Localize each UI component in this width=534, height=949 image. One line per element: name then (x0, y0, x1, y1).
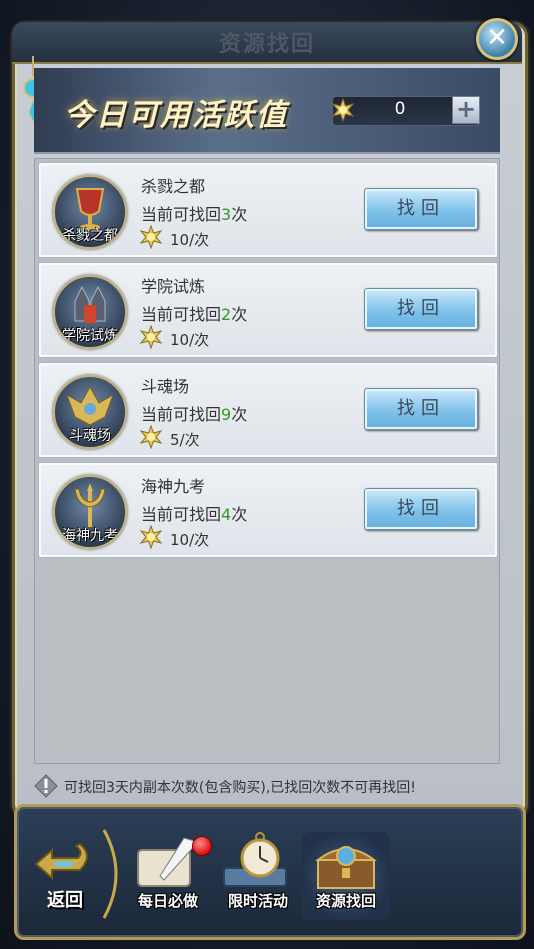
recover-count-value: 9 (221, 405, 232, 424)
recover-button[interactable]: 找回 (364, 488, 478, 530)
note-text: 可找回3天内副本次数(包含购买),已找回次数不可再找回! (64, 780, 416, 796)
list-item: 斗魂场 斗魂场 当前可找回9次 5/次 找回 (38, 362, 498, 458)
tab-limited-events[interactable]: 限时活动 (214, 832, 302, 920)
dungeon-name: 学院试炼 (141, 277, 206, 296)
recover-count-value: 2 (221, 305, 232, 324)
recovery-note: 可找回3天内副本次数(包含购买),已找回次数不可再找回! (34, 772, 500, 800)
list-item: 杀戮之都 杀戮之都 当前可找回3次 10/次 找回 (38, 162, 498, 258)
dungeon-name: 斗魂场 (141, 377, 190, 396)
back-label: 返回 (47, 890, 83, 911)
list-item: 学院试炼 学院试炼 当前可找回2次 10/次 找回 (38, 262, 498, 358)
dungeon-badge: 海神九考 (53, 475, 127, 549)
recover-count: 当前可找回9次 (141, 405, 248, 424)
points-value: 0 (394, 99, 406, 119)
dungeon-badge: 学院试炼 (53, 275, 127, 349)
notification-dot (192, 836, 212, 856)
tab-resource-recovery[interactable]: 资源找回 (302, 832, 390, 920)
dungeon-badge: 斗魂场 (53, 375, 127, 449)
cost-per-recovery: 10/次 (170, 531, 210, 549)
recover-button[interactable]: 找回 (364, 188, 478, 230)
plus-icon: + (455, 95, 477, 123)
recover-count-value: 4 (221, 505, 232, 524)
cost-per-recovery: 5/次 (170, 431, 200, 449)
recover-count: 当前可找回3次 (141, 205, 248, 224)
treasure-chest-icon (315, 846, 377, 889)
pocket-watch-icon (223, 832, 287, 887)
back-arrow-icon (34, 842, 88, 881)
dungeon-badge: 杀戮之都 (53, 175, 127, 249)
cost-per-recovery: 10/次 (170, 331, 210, 349)
activity-star-icon (139, 525, 163, 549)
cost-per-recovery: 10/次 (170, 231, 210, 249)
recover-button[interactable]: 找回 (364, 388, 478, 430)
recover-count: 当前可找回2次 (141, 305, 248, 324)
dungeon-name: 杀戮之都 (141, 177, 206, 196)
banner-title: 今日可用活跃值 (64, 98, 288, 133)
recover-button[interactable]: 找回 (364, 288, 478, 330)
close-button[interactable]: ✕ (476, 18, 518, 60)
recover-count: 当前可找回4次 (141, 505, 248, 524)
close-icon: ✕ (486, 23, 508, 53)
activity-star-icon (139, 425, 163, 449)
activity-star-icon (139, 325, 163, 349)
warning-icon (34, 774, 58, 798)
recover-count-value: 3 (221, 205, 232, 224)
window-title: 资源找回 (218, 31, 315, 57)
activity-star-icon (331, 98, 355, 122)
activity-star-icon (139, 225, 163, 249)
dungeon-name: 海神九考 (141, 477, 206, 496)
add-points-button[interactable]: + (452, 96, 480, 124)
list-item: 海神九考 海神九考 当前可找回4次 10/次 找回 (38, 462, 498, 558)
